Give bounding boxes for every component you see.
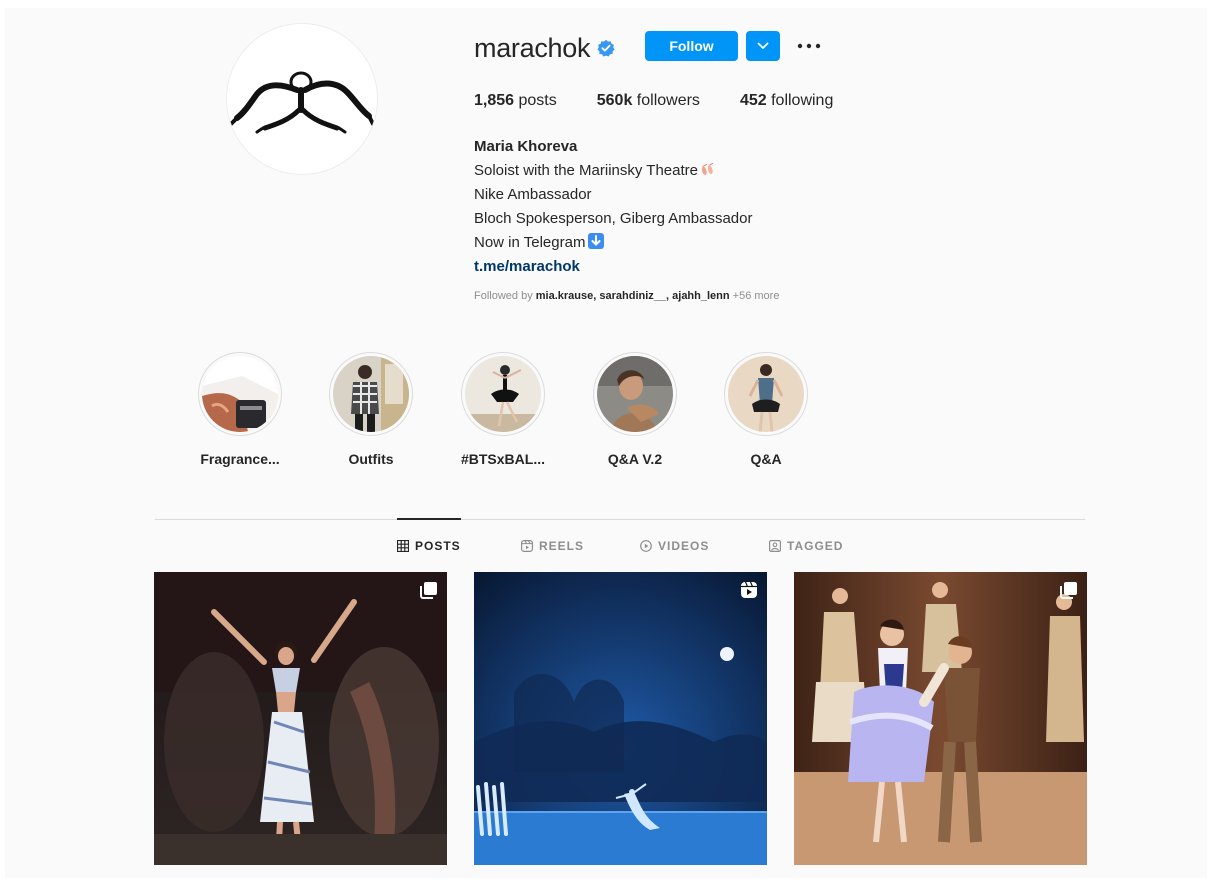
- tagged-icon: [769, 540, 781, 552]
- highlight-cover: [465, 356, 541, 432]
- down-arrow-icon: [588, 233, 605, 249]
- story-highlight[interactable]: #BTSxBAL...: [443, 352, 563, 467]
- bio-line: Soloist with the Mariinsky Theatre: [474, 159, 753, 183]
- more-options-button[interactable]: [794, 35, 824, 57]
- screenshot: marachok Follow 1,856 posts 560k followe…: [0, 0, 1212, 883]
- carousel-icon: [1060, 582, 1077, 599]
- profile-username: marachok: [474, 32, 591, 63]
- highlight-ring: [461, 352, 545, 436]
- more-options-icon: [797, 43, 821, 49]
- followed-by-user[interactable]: mia.krause: [536, 290, 593, 302]
- post-thumbnail[interactable]: [154, 572, 447, 865]
- highlight-label: Q&A V.2: [607, 451, 663, 467]
- posts-count-label: posts: [518, 92, 557, 109]
- tab-tagged[interactable]: TAGGED: [769, 538, 843, 554]
- posts-count-value: 1,856: [474, 92, 515, 109]
- reel-icon: [741, 581, 757, 598]
- followers-count-value: 560k: [596, 92, 633, 109]
- tab-label: VIDEOS: [658, 539, 710, 553]
- followed-by-separator: ,: [593, 290, 597, 302]
- bio-line-text: Soloist with the Mariinsky Theatre: [474, 162, 698, 179]
- followers-count[interactable]: 560k followers: [597, 92, 700, 110]
- story-highlight[interactable]: Fragrance...: [180, 352, 300, 467]
- bio-line: Bloch Spokesperson, Giberg Ambassador: [474, 210, 753, 227]
- post-image: [474, 572, 767, 865]
- highlight-ring: [593, 352, 677, 436]
- posts-count: 1,856 posts: [474, 92, 557, 110]
- highlight-cover: [597, 356, 673, 432]
- post-image: [794, 572, 1087, 865]
- username-row: marachok: [474, 28, 615, 68]
- followed-by[interactable]: Followed by mia.krause, sarahdiniz__, aj…: [474, 290, 779, 302]
- bio-line: Now in Telegram: [474, 231, 753, 255]
- video-icon: [640, 540, 652, 552]
- followed-by-user[interactable]: ajahh_lenn: [672, 290, 729, 302]
- bio-line-text: Now in Telegram: [474, 234, 586, 251]
- followers-count-label: followers: [636, 92, 700, 109]
- tab-videos[interactable]: VIDEOS: [640, 538, 709, 554]
- tab-reels[interactable]: REELS: [521, 538, 584, 554]
- post-image: [154, 572, 447, 865]
- carousel-icon: [420, 582, 437, 599]
- following-count-label: following: [771, 92, 834, 109]
- grid-icon: [397, 540, 409, 552]
- tab-label: REELS: [539, 539, 585, 553]
- following-count[interactable]: 452 following: [740, 92, 833, 110]
- highlight-label: #BTSxBAL...: [460, 451, 545, 467]
- post-thumbnail[interactable]: [474, 572, 767, 865]
- tab-label: POSTS: [415, 539, 461, 553]
- followed-by-user[interactable]: sarahdiniz__: [599, 290, 666, 302]
- suggested-accounts-button[interactable]: [746, 31, 780, 61]
- highlight-cover: [333, 356, 409, 432]
- highlight-label: Outfits: [348, 451, 394, 467]
- story-highlight[interactable]: Q&A V.2: [575, 352, 695, 467]
- post-thumbnail[interactable]: [794, 572, 1087, 865]
- highlight-ring: [198, 352, 282, 436]
- ballet-shoes-icon: [700, 161, 716, 175]
- followed-by-prefix: Followed by: [474, 290, 533, 302]
- highlight-label: Fragrance...: [200, 451, 280, 467]
- verified-badge-icon: [597, 39, 615, 57]
- story-highlight[interactable]: Outfits: [311, 352, 431, 467]
- followed-by-separator: ,: [666, 290, 670, 302]
- highlight-label: Q&A: [750, 451, 782, 467]
- highlight-ring: [329, 352, 413, 436]
- tab-posts[interactable]: POSTS: [397, 538, 461, 554]
- reels-icon: [521, 540, 533, 552]
- tab-label: TAGGED: [787, 539, 844, 553]
- active-tab-indicator: [397, 518, 461, 520]
- profile-avatar[interactable]: [227, 24, 377, 174]
- chevron-down-icon: [757, 42, 769, 49]
- highlight-cover: [202, 356, 278, 432]
- profile-stats: 1,856 posts 560k followers 452 following: [474, 92, 873, 110]
- profile-page: marachok Follow 1,856 posts 560k followe…: [5, 8, 1207, 878]
- followed-by-more[interactable]: +56 more: [733, 290, 780, 302]
- follow-button[interactable]: Follow: [645, 31, 738, 61]
- highlight-ring: [724, 352, 808, 436]
- profile-website-link[interactable]: t.me/marachok: [474, 255, 753, 279]
- highlight-cover: [728, 356, 804, 432]
- bio-line: Nike Ambassador: [474, 186, 592, 203]
- profile-bio: Maria Khoreva Soloist with the Mariinsky…: [474, 135, 753, 279]
- following-count-value: 452: [739, 92, 767, 109]
- profile-full-name: Maria Khoreva: [474, 138, 578, 155]
- story-highlight[interactable]: Q&A: [706, 352, 826, 467]
- tabs-divider: [155, 519, 1085, 520]
